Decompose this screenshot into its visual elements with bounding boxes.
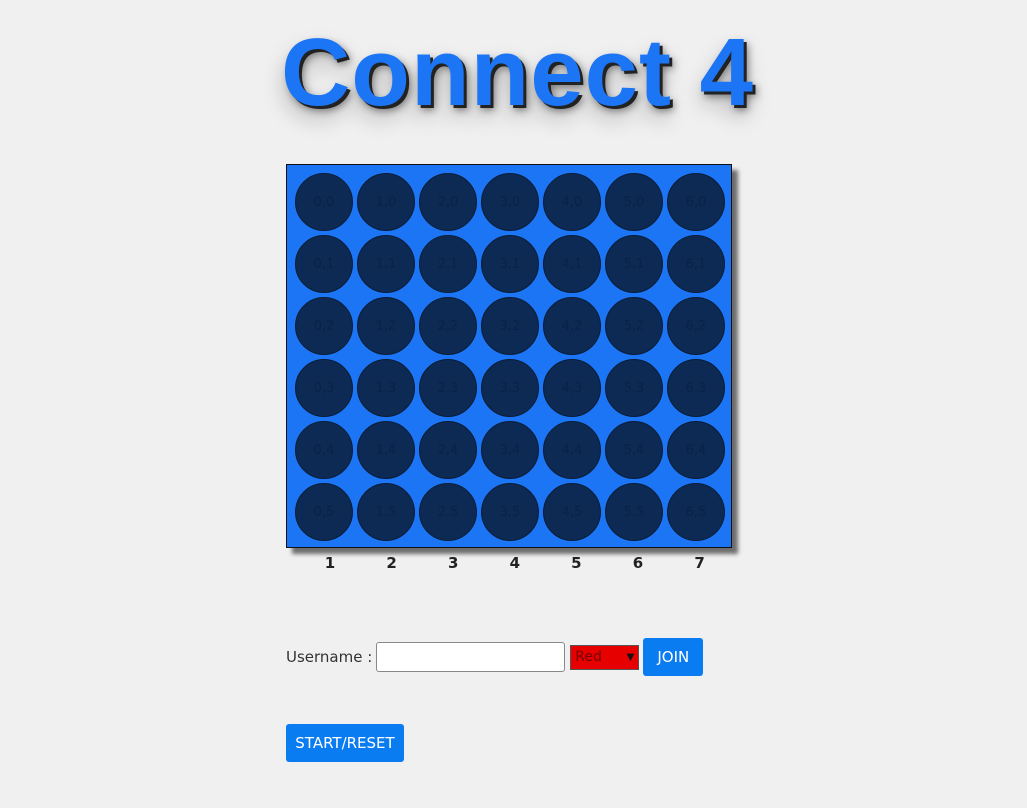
column-label: 2 [386, 554, 397, 572]
board-cell[interactable]: 1,4 [357, 421, 415, 479]
board-cell[interactable]: 2,1 [419, 235, 477, 293]
board-cell[interactable]: 6,3 [667, 359, 725, 417]
column-label: 5 [571, 554, 582, 572]
username-input[interactable] [376, 642, 566, 672]
board-cell[interactable]: 0,1 [295, 235, 353, 293]
column-label: 3 [447, 554, 459, 572]
board-cell[interactable]: 5,0 [605, 173, 663, 231]
game-board: 0,0 1,0 2,0 3,0 4,0 5,0 6,0 0,1 1,1 2,1 3,1 4,1 5,1 6… [286, 164, 732, 548]
board-cell[interactable]: 5,2 [605, 297, 663, 355]
page-title: Connect 4 [280, 19, 755, 126]
join-button[interactable]: JOIN [643, 638, 704, 676]
board-cell[interactable]: 6,2 [667, 297, 725, 355]
join-form: Username : Red ▼ JOIN [286, 638, 704, 676]
board-cell[interactable]: 4,5 [543, 483, 601, 541]
board-cell[interactable]: 3,0 [481, 173, 539, 231]
column-label: 7 [694, 554, 705, 572]
board-cell[interactable]: 3,1 [481, 235, 539, 293]
board-cell[interactable]: 0,2 [295, 297, 353, 355]
board-cell[interactable]: 4,4 [543, 421, 601, 479]
board-cell[interactable]: 1,1 [357, 235, 415, 293]
board-cell[interactable]: 2,0 [419, 173, 477, 231]
column-label: 1 [324, 554, 336, 572]
column-label: 4 [509, 554, 521, 572]
board-cell[interactable]: 3,4 [481, 421, 539, 479]
board-cell[interactable]: 0,3 [295, 359, 353, 417]
board-cell[interactable]: 3,2 [481, 297, 539, 355]
board-cell[interactable]: 6,0 [667, 173, 725, 231]
board-cell[interactable]: 5,4 [605, 421, 663, 479]
board-cell[interactable]: 5,1 [605, 235, 663, 293]
board-cell[interactable]: 0,0 [295, 173, 353, 231]
username-label: Username : [286, 648, 373, 666]
board-cell[interactable]: 5,5 [605, 483, 663, 541]
board-cell[interactable]: 2,2 [419, 297, 477, 355]
board-cell[interactable]: 1,3 [357, 359, 415, 417]
board-cell[interactable]: 0,5 [295, 483, 353, 541]
connect4-page: Connect 4 0,0 1,0 2,0 3,0 4,0 5,0 6,0 0,1 1,1 2,1… [0, 0, 1027, 808]
column-label: 6 [632, 554, 644, 572]
board-cell[interactable]: 5,3 [605, 359, 663, 417]
board-cell[interactable]: 6,5 [667, 483, 725, 541]
chevron-down-icon: ▼ [626, 651, 635, 663]
column-labels: 1 2 3 4 5 6 7 [0, 554, 1027, 574]
board-cell[interactable]: 4,1 [543, 235, 601, 293]
board-cell[interactable]: 1,0 [357, 173, 415, 231]
board-cell[interactable]: 1,5 [357, 483, 415, 541]
board-cell[interactable]: 2,3 [419, 359, 477, 417]
board-cell[interactable]: 4,2 [543, 297, 601, 355]
board-cell[interactable]: 1,2 [357, 297, 415, 355]
board-cell[interactable]: 6,4 [667, 421, 725, 479]
board-cell[interactable]: 4,0 [543, 173, 601, 231]
board-cell[interactable]: 0,4 [295, 421, 353, 479]
board-cell[interactable]: 4,3 [543, 359, 601, 417]
color-select-value: Red [575, 649, 602, 665]
board-cell[interactable]: 3,5 [481, 483, 539, 541]
board-cell[interactable]: 2,5 [419, 483, 477, 541]
board-cell[interactable]: 2,4 [419, 421, 477, 479]
color-select[interactable]: Red ▼ [570, 644, 640, 670]
board-cell[interactable]: 3,3 [481, 359, 539, 417]
board-cell[interactable]: 6,1 [667, 235, 725, 293]
start-reset-button[interactable]: START/RESET [286, 724, 404, 762]
